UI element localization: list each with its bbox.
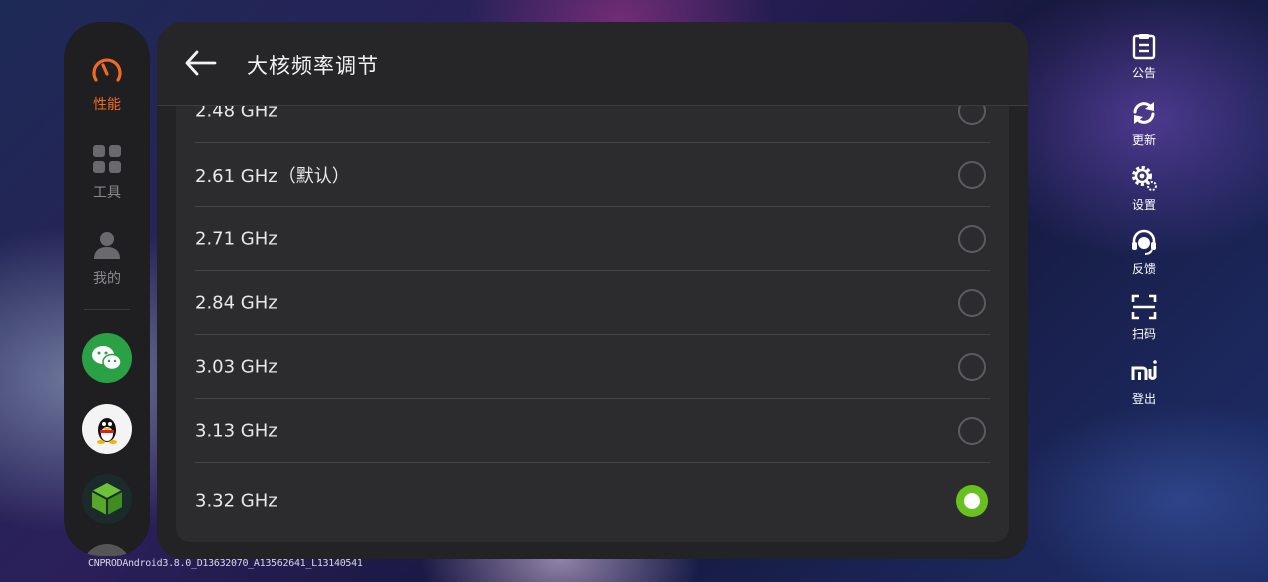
list-item[interactable]: 3.03 GHz — [176, 335, 1009, 399]
frequency-label: 3.13 GHz — [195, 420, 278, 442]
radio-button[interactable] — [958, 353, 986, 381]
sidebar-item-label: 我的 — [93, 271, 121, 287]
radio-button[interactable] — [958, 106, 986, 125]
radio-button-selected[interactable] — [956, 484, 988, 517]
refresh-icon — [1133, 102, 1155, 124]
wechat-icon[interactable] — [82, 333, 132, 383]
frequency-label: 2.84 GHz — [195, 292, 278, 314]
person-icon — [90, 228, 124, 262]
logout-label: 登出 — [1131, 392, 1156, 406]
radio-button[interactable] — [958, 161, 986, 189]
headset-icon — [1132, 229, 1156, 255]
update-label: 更新 — [1131, 133, 1156, 147]
grid-icon — [90, 142, 124, 176]
feedback-label: 反馈 — [1131, 262, 1156, 276]
notice-label: 公告 — [1131, 66, 1156, 80]
qq-icon[interactable] — [82, 404, 132, 454]
sidebar-item-label: 工具 — [93, 185, 121, 201]
mi-logo-icon — [1131, 360, 1157, 380]
gear-icon — [1132, 166, 1157, 191]
settings-label: 设置 — [1131, 198, 1156, 212]
settings-button[interactable]: 设置 — [1113, 164, 1175, 213]
scan-icon — [1131, 294, 1157, 320]
list-item[interactable]: 2.84 GHz — [176, 271, 1009, 335]
list-item[interactable]: 3.13 GHz — [176, 399, 1009, 463]
back-button[interactable] — [183, 48, 219, 78]
list-item[interactable]: 2.48 GHz — [176, 106, 1009, 143]
left-sidebar: 性能 工具 我的 — [64, 22, 150, 556]
frequency-label: 2.61 GHz（默认） — [195, 166, 350, 187]
list-item[interactable]: 2.61 GHz（默认） — [176, 143, 1009, 207]
sidebar-item-tools[interactable]: 工具 — [64, 142, 150, 202]
build-version-text: CNPRODAndroid3.8.0_D13632070_A13562641_L… — [88, 558, 363, 569]
radio-button[interactable] — [958, 289, 986, 317]
cube-app-icon[interactable] — [82, 474, 132, 524]
sidebar-item-label: 性能 — [93, 97, 121, 113]
frequency-label: 2.48 GHz — [195, 106, 278, 122]
sidebar-item-mine[interactable]: 我的 — [64, 228, 150, 288]
frequency-label: 3.32 GHz — [195, 490, 278, 511]
feedback-button[interactable]: 反馈 — [1113, 228, 1175, 277]
list-item[interactable]: 2.71 GHz — [176, 207, 1009, 271]
radio-button[interactable] — [958, 417, 986, 445]
frequency-panel: 大核频率调节 2.48 GHz 2.61 GHz（默认） 2.71 GHz 2.… — [157, 22, 1028, 559]
logout-button[interactable]: 登出 — [1113, 358, 1175, 407]
partial-app-icon[interactable] — [82, 544, 132, 556]
frequency-label: 3.03 GHz — [195, 356, 278, 378]
panel-header: 大核频率调节 — [157, 22, 1028, 106]
notice-icon — [1132, 34, 1156, 60]
sidebar-divider — [84, 309, 130, 310]
scan-button[interactable]: 扫码 — [1113, 293, 1175, 342]
page-title: 大核频率调节 — [247, 54, 379, 78]
arrow-left-icon — [185, 50, 217, 76]
frequency-list: 2.48 GHz 2.61 GHz（默认） 2.71 GHz 2.84 GHz … — [176, 106, 1009, 542]
list-item[interactable]: 3.32 GHz — [176, 463, 1009, 538]
notice-button[interactable]: 公告 — [1113, 32, 1175, 81]
scan-label: 扫码 — [1131, 327, 1156, 341]
sidebar-item-performance[interactable]: 性能 — [64, 54, 150, 114]
frequency-label: 2.71 GHz — [195, 228, 278, 250]
radio-button[interactable] — [958, 225, 986, 253]
update-button[interactable]: 更新 — [1113, 99, 1175, 148]
gauge-icon — [90, 54, 124, 88]
